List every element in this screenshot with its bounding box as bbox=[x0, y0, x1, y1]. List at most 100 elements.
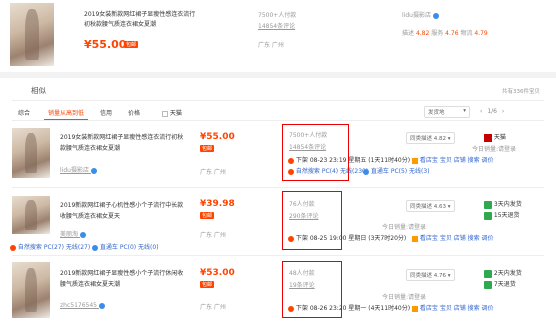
chevron-down-icon: ▾ bbox=[463, 108, 466, 114]
row-today-sales: 今日销量:请登录 bbox=[472, 144, 516, 153]
delist-text: 下架 08-23 23:19 星期五 (1天11时40分) bbox=[295, 157, 411, 164]
row-title-line1[interactable]: 2019新款网红裙子心机性感小个子流行中长款 bbox=[60, 200, 183, 209]
row-tools[interactable]: 看店宝 宝贝 店铺 搜索 调价 bbox=[412, 303, 494, 312]
service-score: 4.76 bbox=[445, 30, 459, 37]
tmall-label: 天猫 bbox=[493, 134, 506, 141]
row-direct-train[interactable]: 直通车 PC(0) 无线(0) bbox=[92, 242, 159, 251]
ship-label: 2天内发货 bbox=[493, 270, 522, 277]
row-location: 广东 广州 bbox=[200, 304, 226, 311]
row-natural-search[interactable]: 自然搜索 PC(27) 无线(27) bbox=[10, 242, 90, 251]
top-item-thumbnail[interactable] bbox=[10, 3, 54, 66]
section-title: 相似 bbox=[31, 86, 46, 95]
row-free-shipping-badge: 包邮 bbox=[200, 145, 215, 152]
tmall-filter[interactable]: 天猫 bbox=[162, 108, 182, 117]
row-return-badge: 7天退货 bbox=[484, 279, 516, 289]
row-price: ¥39.98 bbox=[200, 199, 235, 209]
divider bbox=[0, 72, 556, 78]
row-shop[interactable]: lidu摄影店 bbox=[60, 165, 97, 174]
row-location: 广东 广州 bbox=[200, 232, 226, 239]
train-icon bbox=[363, 168, 369, 175]
row-thumbnail[interactable] bbox=[12, 262, 50, 318]
row-shop[interactable]: zhc5176545 bbox=[60, 302, 105, 309]
row-title-line1[interactable]: 2019新款网红裙子显瘦性感小个子流行休闲收 bbox=[60, 268, 183, 277]
pager: ‹ 1/6 › bbox=[480, 108, 504, 115]
prev-page-button[interactable]: ‹ bbox=[480, 108, 482, 115]
natural-search-text[interactable]: 自然搜索 PC(27) 无线(27) bbox=[18, 244, 90, 251]
row-today-sales: 今日销量:请登录 bbox=[382, 222, 426, 231]
wangwang-icon[interactable] bbox=[90, 167, 97, 174]
clock-icon bbox=[288, 305, 294, 312]
row-delist-time: 下架 08-26 23:20 星期一 (4天11时40分) bbox=[288, 303, 410, 312]
row-score-select[interactable]: 同类描述 4.82 ▾ bbox=[406, 132, 455, 144]
row-title-line1[interactable]: 2019女装新款网红裙子显瘦性感连衣流行初秋 bbox=[60, 132, 183, 141]
row-service-badge: 天猫 bbox=[484, 132, 506, 142]
row-divider bbox=[12, 255, 544, 256]
desc-score: 4.82 bbox=[415, 30, 430, 37]
delist-text: 下架 08-26 23:20 星期一 (4天11时40分) bbox=[295, 305, 411, 312]
tab-price[interactable]: 价格 bbox=[124, 106, 144, 119]
tools-links[interactable]: 看店宝 宝贝 店铺 搜索 调价 bbox=[420, 235, 494, 242]
wangwang-icon[interactable] bbox=[432, 12, 439, 19]
today-sales[interactable]: 今日销量:请登录 bbox=[382, 294, 426, 301]
row-reviews[interactable]: 19条评论 bbox=[289, 280, 315, 289]
tools-links[interactable]: 看店宝 宝贝 店铺 搜索 调价 bbox=[420, 157, 494, 164]
kandianbao-icon bbox=[412, 157, 418, 164]
tab-credit[interactable]: 信用 bbox=[96, 106, 116, 119]
row-shipping-badge: 2天内发货 bbox=[484, 268, 522, 278]
top-item-price: ¥55.00 bbox=[84, 38, 127, 51]
row-shop-name[interactable]: lidu摄影店 bbox=[60, 167, 89, 174]
tab-comprehensive[interactable]: 综合 bbox=[14, 106, 34, 119]
tab-sales-desc[interactable]: 销量从高到低 bbox=[44, 106, 89, 120]
row-reviews[interactable]: 290条评论 bbox=[289, 211, 318, 220]
row-title-line2[interactable]: 收腰气质连衣裙女夏天 bbox=[60, 211, 120, 220]
return-icon bbox=[484, 280, 492, 289]
top-item-title-line2[interactable]: 初秋款腰气质连衣裙女夏潮 bbox=[84, 19, 156, 28]
direct-train-text[interactable]: 直通车 PC(0) 无线(0) bbox=[100, 244, 159, 251]
row-score-select[interactable]: 同类描述 4.76 ▾ bbox=[406, 269, 455, 281]
top-item-dsr: 描述 4.82 服务 4.76 物流 4.79 bbox=[402, 28, 488, 37]
train-icon bbox=[92, 244, 98, 251]
row-natural-search[interactable]: 自然搜索 PC(4) 无线(230) bbox=[288, 166, 368, 175]
section-underline bbox=[12, 100, 544, 101]
search-icon bbox=[10, 244, 16, 251]
row-location: 广东 广州 bbox=[200, 169, 226, 176]
top-item-reviews[interactable]: 14854条评论 bbox=[258, 21, 295, 30]
return-label: 7天退货 bbox=[493, 281, 516, 288]
row-payers: 7500+人付款 bbox=[289, 132, 328, 139]
row-thumbnail[interactable] bbox=[12, 128, 50, 178]
total-count: 共有336件宝贝 bbox=[502, 89, 540, 95]
row-reviews[interactable]: 14854条评论 bbox=[289, 142, 326, 151]
row-tools[interactable]: 看店宝 宝贝 店铺 搜索 调价 bbox=[412, 233, 494, 242]
natural-search-text[interactable]: 自然搜索 PC(4) 无线(230) bbox=[296, 168, 368, 175]
row-shop[interactable]: 美丽淘 bbox=[60, 229, 86, 238]
top-item-shop[interactable]: lidu摄影店 bbox=[402, 10, 439, 19]
row-thumbnail[interactable] bbox=[12, 196, 50, 234]
tools-links[interactable]: 看店宝 宝贝 店铺 搜索 调价 bbox=[420, 305, 494, 312]
top-item-shop-name[interactable]: lidu摄影店 bbox=[402, 12, 431, 19]
row-payers: 48人付款 bbox=[289, 270, 315, 277]
next-page-button[interactable]: › bbox=[502, 108, 504, 115]
wangwang-icon[interactable] bbox=[79, 231, 86, 238]
row-title-line2[interactable]: 腰气质连衣裙女夏天潮 bbox=[60, 279, 120, 288]
logistics-score: 4.79 bbox=[474, 30, 488, 37]
direct-train-text[interactable]: 直通车 PC(5) 无线(3) bbox=[371, 168, 430, 175]
today-sales[interactable]: 今日销量:请登录 bbox=[382, 224, 426, 231]
row-shop-name[interactable]: 美丽淘 bbox=[60, 231, 78, 238]
row-delist-time: 下架 08-25 19:00 星期日 (3天7时20分) bbox=[288, 233, 406, 242]
today-sales[interactable]: 今日销量:请登录 bbox=[472, 146, 516, 153]
row-shop-name[interactable]: zhc5176545 bbox=[60, 302, 97, 309]
row-score: 同类描述 4.82 bbox=[410, 136, 446, 142]
row-title-line2[interactable]: 款腰气质连衣裙女夏潮 bbox=[60, 143, 120, 152]
wangwang-icon[interactable] bbox=[98, 302, 105, 309]
kandianbao-icon bbox=[412, 235, 418, 242]
top-item-title-line1[interactable]: 2019女装新款网红裙子显瘦性感连衣流行 bbox=[84, 9, 195, 18]
row-direct-train[interactable]: 直通车 PC(5) 无线(3) bbox=[363, 166, 430, 175]
row-today-sales: 今日销量:请登录 bbox=[382, 292, 426, 301]
ship-from-select[interactable]: 发货地 ▾ bbox=[424, 106, 470, 118]
row-tools[interactable]: 看店宝 宝贝 店铺 搜索 调价 bbox=[412, 155, 494, 164]
row-score-select[interactable]: 同类描述 4.63 ▾ bbox=[406, 200, 455, 212]
delist-text: 下架 08-25 19:00 星期日 (3天7时20分) bbox=[295, 235, 407, 242]
clock-icon bbox=[288, 235, 294, 242]
tmall-checkbox[interactable] bbox=[162, 110, 168, 117]
ship-from-label: 发货地 bbox=[428, 110, 445, 116]
